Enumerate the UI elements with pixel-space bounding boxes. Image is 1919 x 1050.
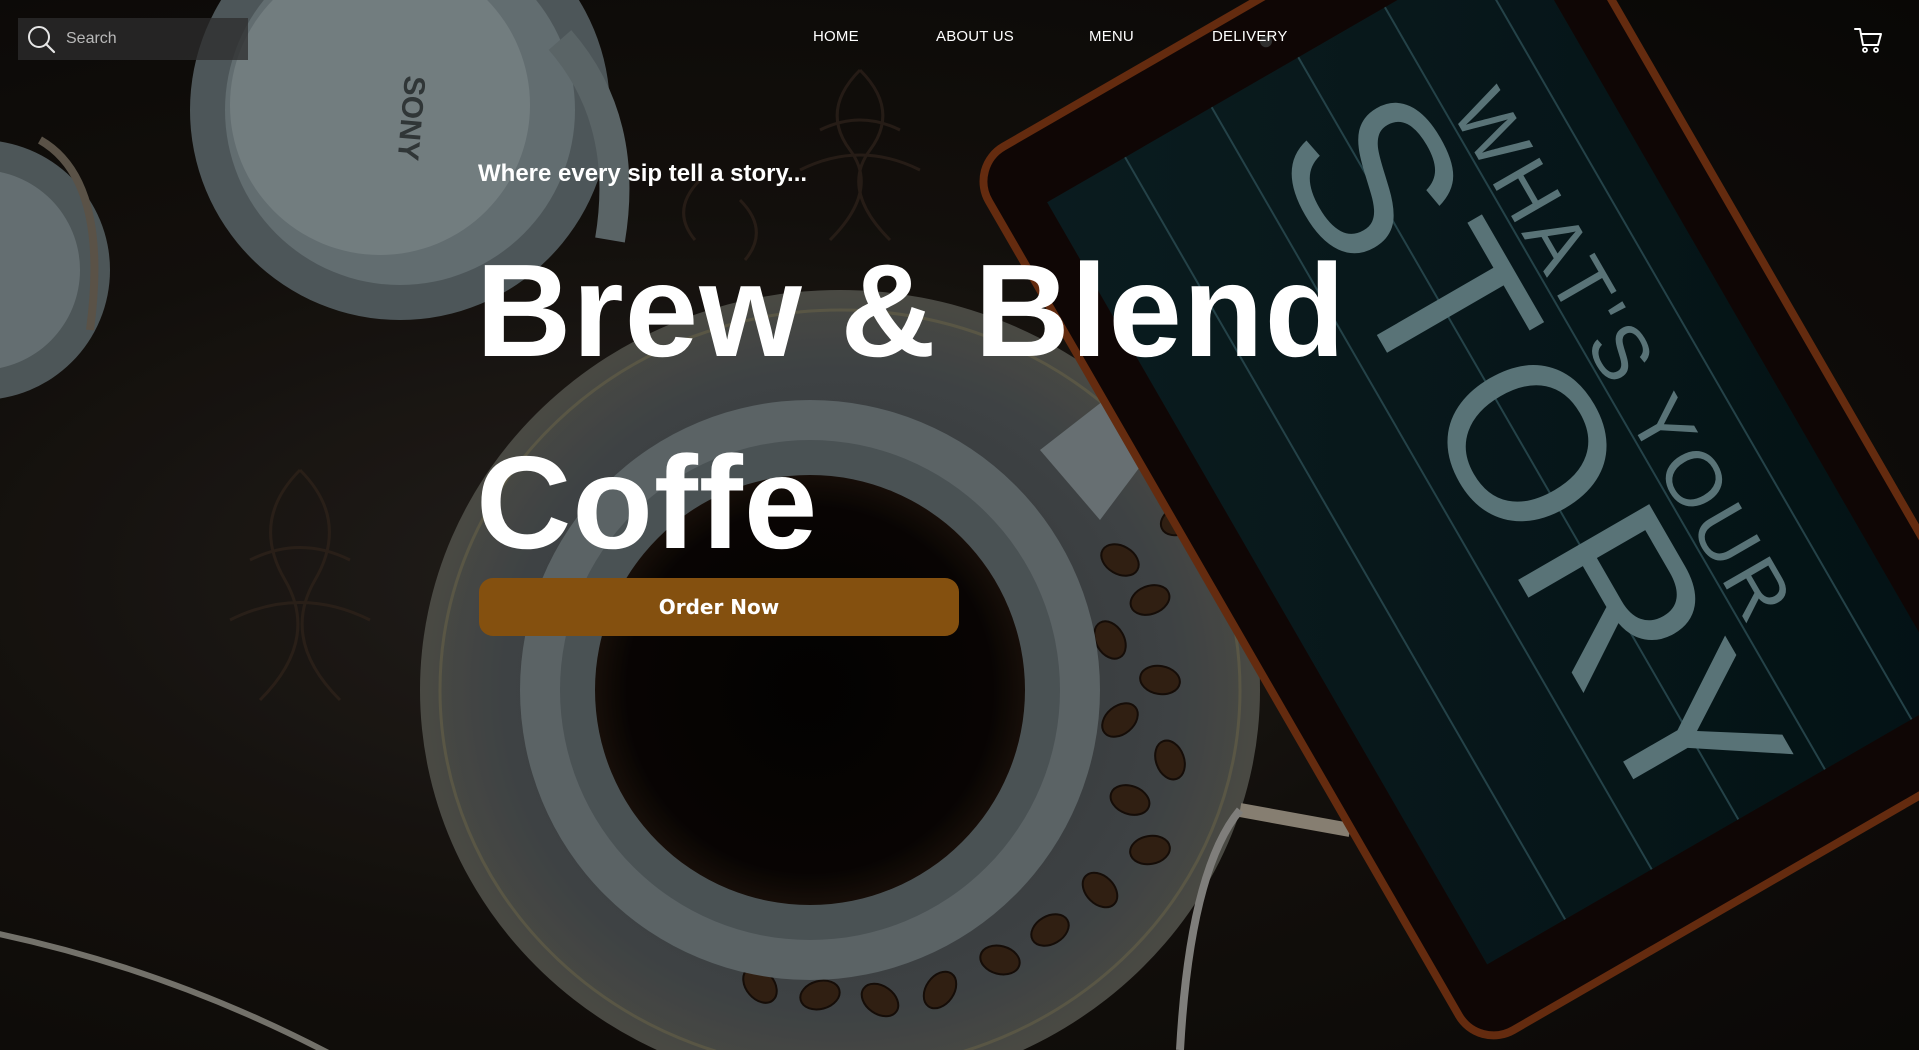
order-now-button[interactable]: Order Now — [479, 578, 959, 636]
nav-link-menu[interactable]: MENU — [1089, 28, 1134, 45]
hero-tagline: Where every sip tell a story... — [478, 160, 808, 187]
cart-icon[interactable] — [1853, 26, 1883, 54]
hero-title: Brew & Blend Coffe — [476, 237, 1347, 576]
nav-link-about-us[interactable]: ABOUT US — [936, 28, 1014, 45]
nav-link-home[interactable]: HOME — [813, 28, 859, 45]
main-nav: HOME ABOUT US MENU DELIVERY — [0, 28, 1919, 52]
landing-page: SONY WHAT'S YOUR STORY Search HOME ABOUT… — [0, 0, 1919, 1050]
nav-link-delivery[interactable]: DELIVERY — [1212, 28, 1288, 45]
